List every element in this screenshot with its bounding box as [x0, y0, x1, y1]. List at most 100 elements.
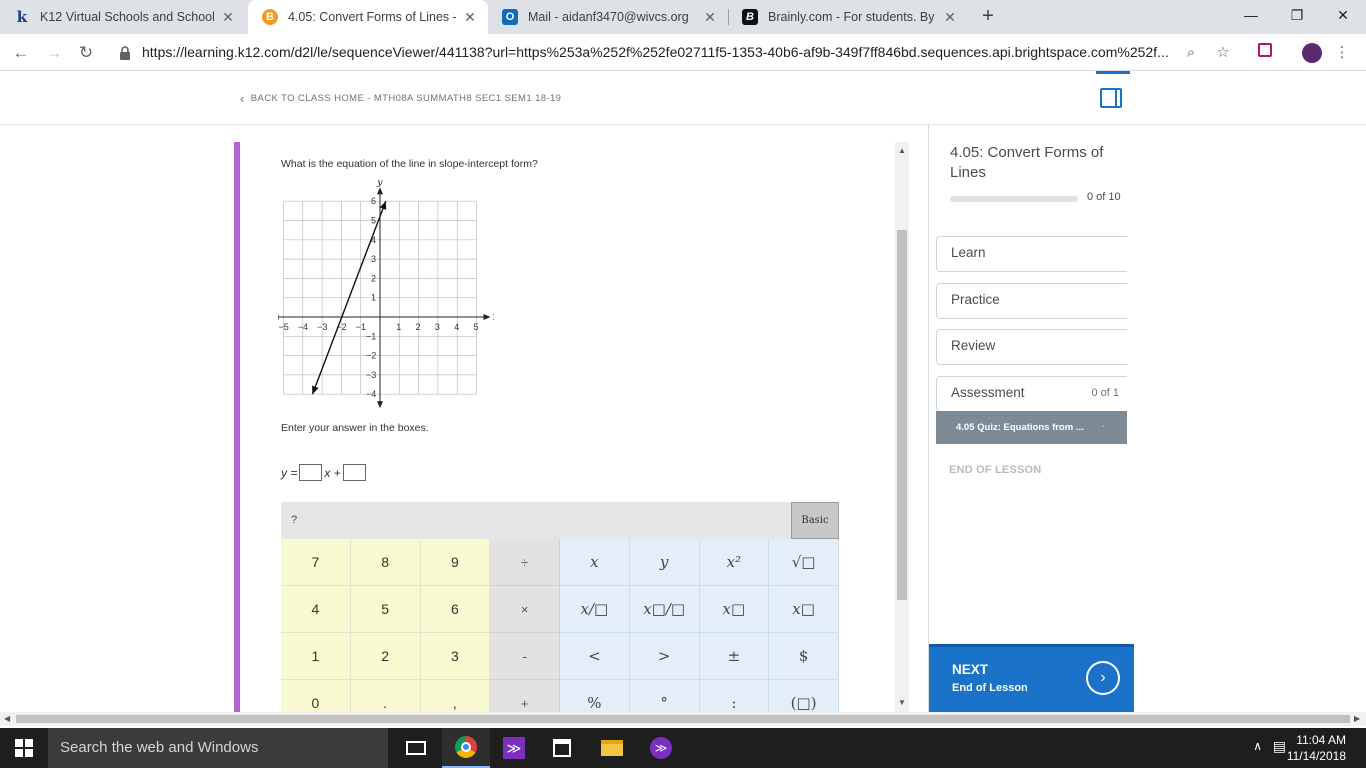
keypad-key[interactable]: >: [629, 633, 700, 680]
start-button[interactable]: [0, 728, 48, 768]
y-tick-label: 1: [371, 293, 376, 303]
restore-window-button[interactable]: ❐: [1274, 0, 1320, 30]
reload-icon[interactable]: ↻: [74, 41, 98, 65]
keypad-key[interactable]: ,: [420, 680, 491, 712]
keypad-key[interactable]: .: [350, 680, 421, 712]
tab-k12[interactable]: k K12 Virtual Schools and School Pr ✕: [0, 0, 246, 34]
scroll-right-arrow-icon[interactable]: ▶: [1354, 714, 1360, 723]
keypad-key[interactable]: ±: [699, 633, 770, 680]
close-tab-icon[interactable]: ✕: [702, 9, 718, 26]
keypad-key[interactable]: 3: [420, 633, 491, 680]
keypad-key[interactable]: √□: [769, 539, 839, 586]
keypad-key[interactable]: ×: [490, 586, 560, 633]
taskbar-search-box[interactable]: Search the web and Windows: [48, 728, 388, 768]
keypad-key[interactable]: y: [629, 539, 700, 586]
keypad-key[interactable]: 4: [281, 586, 351, 633]
bookmark-star-icon[interactable]: ☆: [1213, 43, 1233, 63]
keypad-key[interactable]: 5: [350, 586, 421, 633]
task-view-icon[interactable]: [392, 728, 440, 768]
keypad-row: 4 5 6 × x/□ x□/□ x□ x□: [281, 586, 839, 633]
back-arrow-icon[interactable]: ←: [9, 41, 33, 65]
taskbar-clock[interactable]: 11:04 AM 11/14/2018: [1287, 732, 1346, 764]
extension-icon[interactable]: [1255, 43, 1275, 63]
keypad-key[interactable]: x□/□: [629, 586, 700, 633]
scroll-up-arrow-icon[interactable]: ▲: [898, 146, 906, 155]
keypad-key[interactable]: 2: [350, 633, 421, 680]
back-link-label: BACK TO CLASS HOME - MTH08A SUMMATH8 SEC…: [250, 93, 562, 104]
notifications-icon[interactable]: ▤: [1273, 738, 1286, 755]
new-tab-button[interactable]: +: [978, 6, 998, 26]
keypad-key[interactable]: 8: [350, 539, 421, 586]
keypad-key[interactable]: x: [560, 539, 630, 586]
activity-accent-bar: [234, 142, 240, 712]
keypad-key[interactable]: 7: [281, 539, 351, 586]
math-keypad: ? Basic 7 8 9 ÷ x y x² √□ 4 5 6 × x/□ x□/□ x□ x□ 1 2 3- < > ±…: [281, 502, 839, 712]
keypad-key[interactable]: :: [699, 680, 770, 712]
y-tick-label: 6: [371, 196, 376, 206]
sidebar-item-review[interactable]: Review: [936, 329, 1127, 365]
line-arrow-icon: [379, 201, 387, 210]
store-icon[interactable]: [538, 728, 586, 768]
next-button[interactable]: NEXT End of Lesson ›: [929, 644, 1134, 712]
keypad-key[interactable]: x/□: [560, 586, 630, 633]
forward-arrow-icon[interactable]: →: [42, 41, 66, 65]
tab-convert-forms[interactable]: B 4.05: Convert Forms of Lines - Mr ✕: [248, 0, 488, 34]
visual-studio-icon[interactable]: ≫: [490, 728, 538, 768]
close-tab-icon[interactable]: ✕: [942, 9, 958, 26]
y-tick-label: 2: [371, 273, 376, 283]
keypad-key[interactable]: 9: [420, 539, 491, 586]
keypad-help-button[interactable]: ?: [291, 514, 297, 526]
x-tick-label: 2: [416, 322, 421, 332]
question-prompt: What is the equation of the line in slop…: [281, 158, 538, 170]
chrome-taskbar-icon[interactable]: [442, 728, 490, 768]
clock-time: 11:04 AM: [1296, 733, 1346, 747]
scrollbar-thumb[interactable]: [16, 715, 1350, 723]
close-tab-icon[interactable]: ✕: [220, 9, 236, 26]
address-bar[interactable]: https://learning.k12.com/d2l/le/sequence…: [142, 44, 1172, 60]
keypad-key[interactable]: ÷: [490, 539, 560, 586]
sidebar-item-learn[interactable]: Learn: [936, 236, 1127, 272]
sidebar-item-practice[interactable]: Practice: [936, 283, 1127, 319]
keypad-key[interactable]: °: [629, 680, 700, 712]
keypad-key[interactable]: 1: [281, 633, 351, 680]
keypad-mode-button[interactable]: Basic: [791, 502, 839, 539]
lesson-progress-count: 0 of 10: [1087, 191, 1121, 203]
keypad-key[interactable]: <: [560, 633, 630, 680]
content-scrollbar[interactable]: ▲ ▼: [895, 142, 909, 712]
scrollbar-thumb[interactable]: [897, 230, 907, 600]
profile-avatar[interactable]: [1302, 43, 1322, 63]
toggle-panel-icon[interactable]: [1100, 88, 1122, 108]
scroll-left-arrow-icon[interactable]: ◀: [4, 714, 10, 723]
tab-brainly[interactable]: B Brainly.com - For students. By stu ✕: [728, 0, 968, 34]
x-tick-label: 1: [396, 322, 401, 332]
keypad-key[interactable]: x²: [699, 539, 770, 586]
tab-mail[interactable]: O Mail - aidanf3470@wivcs.org ✕: [488, 0, 728, 34]
sidebar-quiz-item[interactable]: 4.05 Quiz: Equations from ... ·: [936, 411, 1127, 444]
app-launcher-icon[interactable]: ≫: [637, 728, 685, 768]
keypad-key[interactable]: x□: [769, 586, 839, 633]
keypad-key[interactable]: %: [560, 680, 630, 712]
keypad-key[interactable]: -: [490, 633, 560, 680]
sidebar-item-assessment[interactable]: Assessment 0 of 1: [936, 376, 1127, 412]
x-axis-label: x: [493, 312, 495, 323]
menu-icon[interactable]: ⋮: [1332, 43, 1352, 63]
answer-instruction: Enter your answer in the boxes.: [281, 422, 429, 434]
close-tab-icon[interactable]: ✕: [462, 9, 478, 26]
intercept-answer-box[interactable]: [342, 464, 366, 481]
keypad-key[interactable]: (□): [769, 680, 839, 712]
zoom-icon[interactable]: ⌕: [1181, 43, 1201, 63]
scroll-down-arrow-icon[interactable]: ▼: [898, 698, 906, 707]
keypad-key[interactable]: +: [490, 680, 560, 712]
keypad-key[interactable]: x□: [699, 586, 770, 633]
minimize-window-button[interactable]: —: [1228, 0, 1274, 30]
close-window-button[interactable]: ✕: [1320, 0, 1366, 30]
keypad-key[interactable]: 0: [281, 680, 351, 712]
chevron-up-icon[interactable]: ∧: [1253, 739, 1262, 753]
keypad-key[interactable]: 6: [420, 586, 491, 633]
file-explorer-icon[interactable]: [588, 728, 636, 768]
keypad-key[interactable]: $: [769, 633, 839, 680]
horizontal-scrollbar[interactable]: ◀ ▶: [0, 712, 1366, 726]
slope-answer-box[interactable]: [299, 464, 323, 481]
answer-mid: x +: [324, 465, 341, 480]
back-to-class-link[interactable]: ‹ BACK TO CLASS HOME - MTH08A SUMMATH8 S…: [240, 91, 561, 106]
